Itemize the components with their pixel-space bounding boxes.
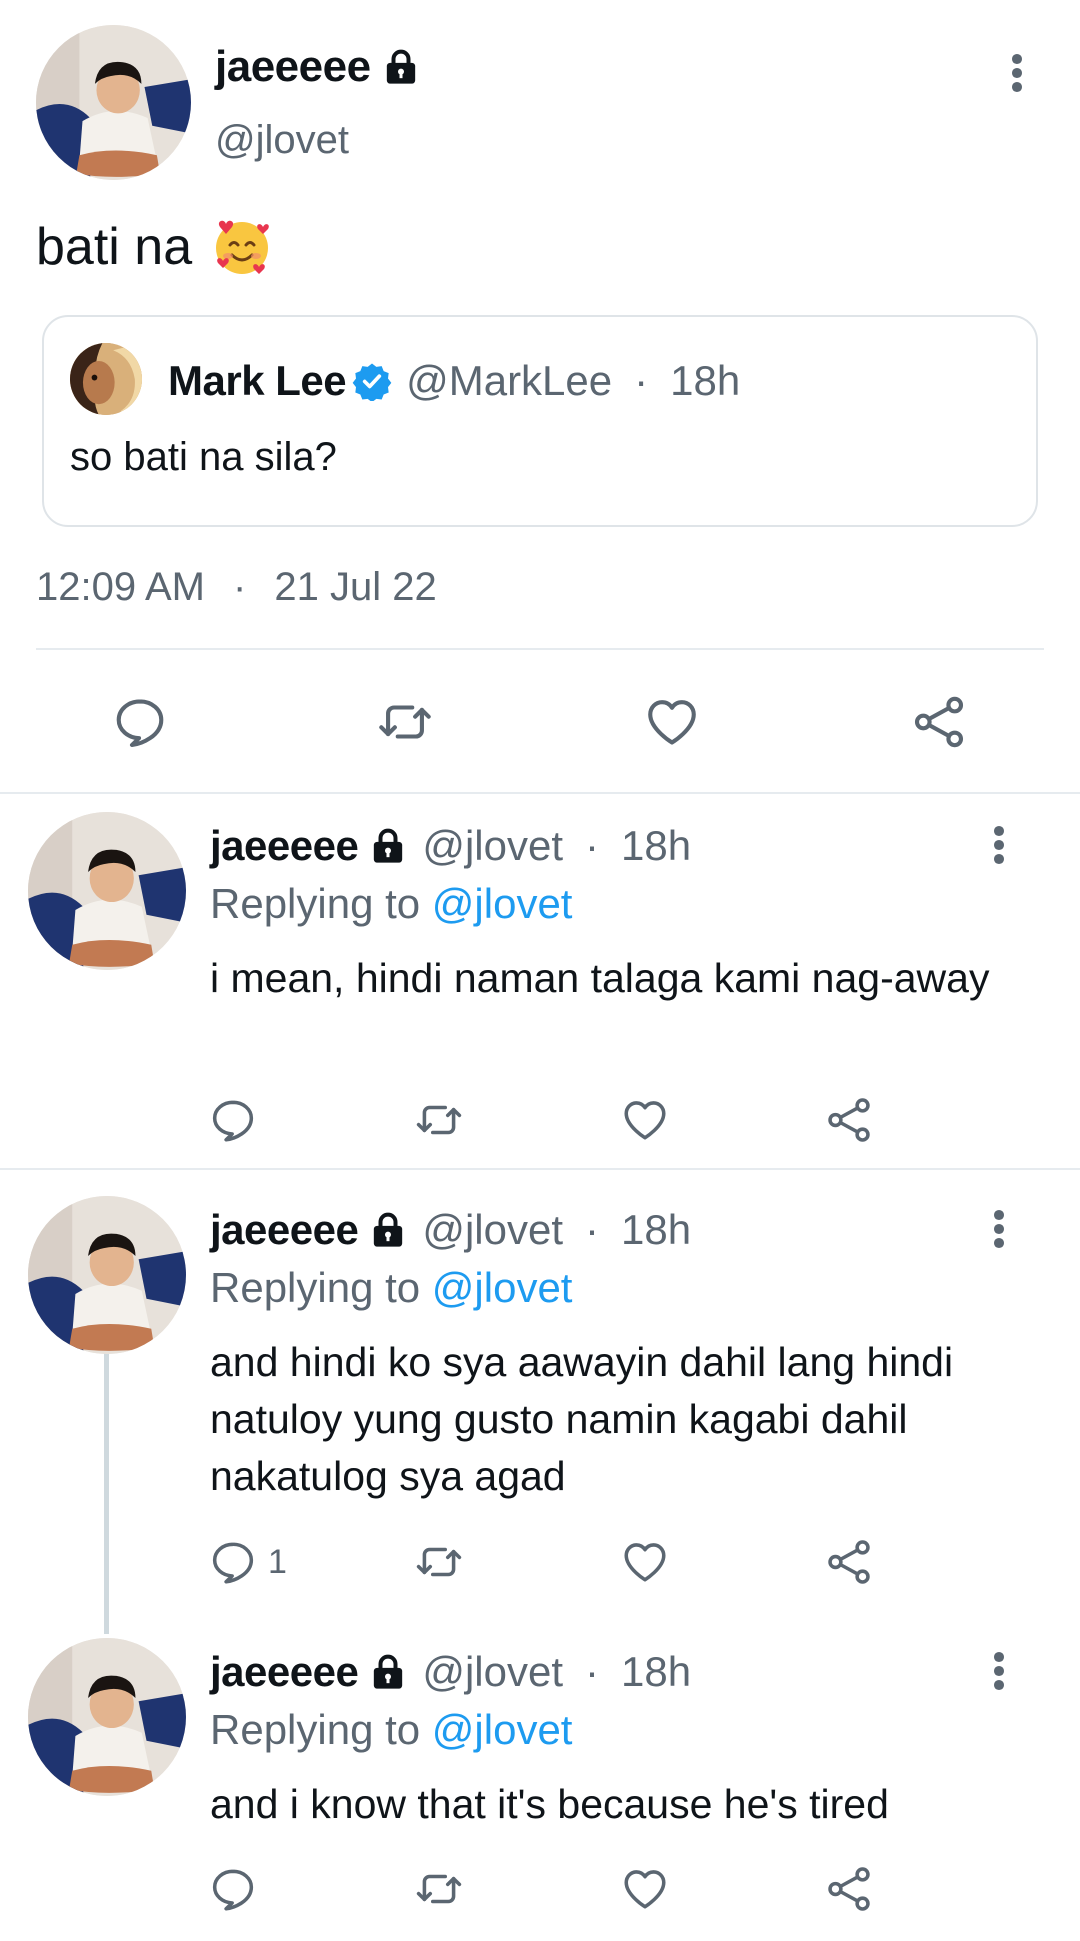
reply-age: 18h: [621, 1206, 692, 1253]
like-button[interactable]: [619, 1864, 671, 1914]
main-tweet-author[interactable]: jaeeeee: [215, 42, 421, 92]
heart-icon: [642, 693, 702, 751]
main-tweet-text: bati na: [36, 215, 274, 279]
reply-header: jaeeeee @jlovet · 18h: [210, 1206, 691, 1254]
share-icon: [824, 1095, 874, 1145]
reply-avatar[interactable]: [28, 1196, 186, 1354]
separator-dot: ·: [585, 1206, 600, 1253]
smiling-face-with-hearts-icon: [210, 215, 274, 279]
lock-icon: [381, 47, 421, 87]
share-icon: [824, 1864, 874, 1914]
reply-button[interactable]: 1: [208, 1537, 287, 1587]
share-button[interactable]: [824, 1864, 874, 1914]
reply-display-name: jaeeeee: [210, 822, 359, 869]
reply-icon: [111, 693, 169, 751]
reply-age: 18h: [621, 822, 692, 869]
separator-dot: ·: [585, 1648, 600, 1695]
retweet-button[interactable]: [412, 1864, 466, 1914]
share-button[interactable]: [824, 1537, 874, 1587]
replying-to-link[interactable]: @jlovet: [432, 1706, 573, 1753]
reply-handle: @jlovet: [422, 1648, 564, 1695]
share-icon: [910, 693, 968, 751]
main-tweet-display-name: jaeeeee: [215, 42, 371, 91]
replying-to-link[interactable]: @jlovet: [432, 880, 573, 927]
replying-to-line: Replying to @jlovet: [210, 1706, 572, 1754]
retweet-button[interactable]: [374, 693, 436, 751]
lock-icon: [368, 826, 408, 866]
reply-icon: [208, 1095, 258, 1145]
reply-avatar[interactable]: [28, 812, 186, 970]
main-tweet-avatar[interactable]: [36, 25, 191, 180]
reply-icon: [208, 1864, 258, 1914]
divider: [0, 1168, 1080, 1170]
retweet-icon: [412, 1537, 466, 1587]
replying-to-label: Replying to: [210, 1264, 421, 1311]
reply-text: and hindi ko sya aawayin dahil lang hind…: [210, 1339, 954, 1499]
reply-header: jaeeeee @jlovet · 18h: [210, 822, 691, 870]
share-button[interactable]: [824, 1095, 874, 1145]
retweet-icon: [412, 1095, 466, 1145]
like-button[interactable]: [619, 1537, 671, 1587]
heart-icon: [619, 1537, 671, 1587]
reply-handle: @jlovet: [422, 1206, 564, 1253]
reply-handle: @jlovet: [422, 822, 564, 869]
reply-age: 18h: [621, 1648, 692, 1695]
main-tweet-timestamp: 12:09 AM · 21 Jul 22: [36, 565, 437, 610]
quoted-tweet-avatar[interactable]: [70, 343, 142, 415]
separator-dot: ·: [233, 565, 247, 609]
separator-dot: ·: [585, 822, 600, 869]
replying-to-line: Replying to @jlovet: [210, 880, 572, 928]
heart-icon: [619, 1864, 671, 1914]
quoted-tweet-header: Mark Lee @MarkLee · 18h: [168, 357, 740, 405]
quoted-tweet-handle: @MarkLee: [406, 357, 613, 404]
lock-icon: [368, 1652, 408, 1692]
more-vertical-icon[interactable]: [1002, 52, 1032, 102]
reply-text: i mean, hindi naman talaga kami nag-away: [210, 955, 990, 1001]
retweet-button[interactable]: [412, 1537, 466, 1587]
reply-text: and i know that it's because he's tired: [210, 1781, 889, 1827]
separator-dot: ·: [634, 357, 649, 404]
heart-icon: [619, 1095, 671, 1145]
verified-badge-icon: [352, 361, 392, 401]
reply-display-name: jaeeeee: [210, 1648, 359, 1695]
timestamp-time: 12:09 AM: [36, 565, 206, 609]
quoted-tweet-text: so bati na sila?: [70, 435, 337, 479]
divider: [36, 648, 1044, 650]
more-vertical-icon[interactable]: [984, 824, 1014, 874]
share-icon: [824, 1537, 874, 1587]
thread-connector-line: [104, 1352, 109, 1634]
quoted-tweet-card[interactable]: Mark Lee @MarkLee · 18h so bati na sila?: [42, 315, 1038, 527]
more-vertical-icon[interactable]: [984, 1208, 1014, 1258]
retweet-icon: [374, 693, 436, 751]
reply-header: jaeeeee @jlovet · 18h: [210, 1648, 691, 1696]
retweet-icon: [412, 1864, 466, 1914]
reply-button[interactable]: [111, 693, 169, 751]
main-tweet-handle[interactable]: @jlovet: [215, 118, 349, 163]
quoted-tweet-age: 18h: [670, 357, 741, 404]
reply-avatar[interactable]: [28, 1638, 186, 1796]
more-vertical-icon[interactable]: [984, 1650, 1014, 1700]
like-button[interactable]: [619, 1095, 671, 1145]
replying-to-line: Replying to @jlovet: [210, 1264, 572, 1312]
like-button[interactable]: [642, 693, 702, 751]
replying-to-label: Replying to: [210, 880, 421, 927]
quoted-tweet-display-name: Mark Lee: [168, 357, 347, 404]
reply-icon: [208, 1537, 258, 1587]
reply-button[interactable]: [208, 1864, 268, 1914]
retweet-button[interactable]: [412, 1095, 466, 1145]
lock-icon: [368, 1210, 408, 1250]
share-button[interactable]: [910, 693, 968, 751]
replying-to-label: Replying to: [210, 1706, 421, 1753]
divider: [0, 792, 1080, 794]
main-tweet-body: bati na: [36, 218, 193, 276]
reply-button[interactable]: [208, 1095, 268, 1145]
reply-count: 1: [268, 1542, 287, 1581]
reply-display-name: jaeeeee: [210, 1206, 359, 1253]
timestamp-date: 21 Jul 22: [274, 565, 437, 609]
replying-to-link[interactable]: @jlovet: [432, 1264, 573, 1311]
